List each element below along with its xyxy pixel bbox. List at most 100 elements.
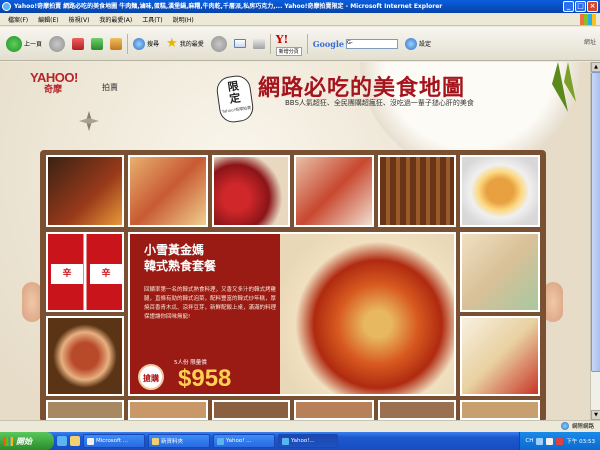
language-indicator[interactable]: CH (525, 438, 533, 444)
food-tile-bottom-6[interactable] (460, 400, 540, 420)
history-icon (210, 35, 227, 52)
stop-button[interactable] (70, 33, 86, 55)
maximize-button[interactable]: □ (575, 1, 586, 12)
ie-icon (282, 437, 289, 445)
antivirus-icon[interactable] (556, 437, 564, 445)
close-button[interactable]: × (587, 1, 598, 12)
task-label: 新資料夾 (161, 439, 184, 445)
food-tile-pastry[interactable] (460, 232, 540, 312)
windows-flag-icon (4, 436, 13, 446)
food-tile-crab[interactable] (294, 155, 374, 227)
food-tile-cans[interactable]: 辛 辛 (46, 232, 124, 312)
task-microsoft[interactable]: Microsoft ... (83, 434, 145, 448)
settings-button[interactable]: 設定 (403, 33, 433, 55)
start-button[interactable]: 開始 (0, 432, 54, 450)
title-bar[interactable]: Yahoo!奇摩拍賣 網路必吃的美食地圖 牛肉麵,滷味,蛋糕,漢堡鍋,麻糬,牛肉… (0, 0, 600, 13)
start-label: 開始 (16, 436, 32, 446)
network-icon[interactable] (536, 437, 544, 445)
menu-bar: 檔案(F) 編輯(E) 檢視(V) 我的最愛(A) 工具(T) 說明(H) (0, 13, 600, 26)
ie-icon (2, 2, 11, 11)
refresh-icon (91, 37, 104, 50)
menu-tools[interactable]: 工具(T) (142, 15, 162, 24)
toolbar-divider (306, 33, 308, 54)
search-button[interactable]: 搜尋 (131, 33, 161, 55)
featured-product[interactable]: 小雪黃金媽 韓式熟食套餐 回饋率第一名的韓式熟食料理，又香又多汁的韓式烤雞腿，直… (128, 232, 456, 396)
ie-window: Yahoo!奇摩拍賣 網路必吃的美食地圖 牛肉麵,滷味,蛋糕,漢堡鍋,麻糬,牛肉… (0, 0, 600, 450)
ie-icon (217, 437, 224, 445)
yahoo-kimo-logo: 奇摩 (44, 85, 63, 95)
featured-title-line2: 韓式熟食套餐 (144, 259, 217, 273)
window-controls: _ □ × (563, 1, 598, 12)
featured-title: 小雪黃金媽 韓式熟食套餐 (144, 242, 216, 274)
window-title: Yahoo!奇摩拍賣 網路必吃的美食地圖 牛肉麵,滷味,蛋糕,漢堡鍋,麻糬,牛肉… (14, 3, 443, 10)
volume-icon[interactable] (546, 437, 554, 445)
security-zone: 網際網路 (560, 422, 594, 430)
back-label: 上一頁 (24, 41, 43, 48)
task-new-folder[interactable]: 新資料夾 (148, 434, 210, 448)
featured-title-line1: 小雪黃金媽 (144, 243, 205, 257)
address-label: 網址 (583, 39, 596, 46)
toolbar-divider (127, 33, 129, 54)
mail-icon (233, 39, 246, 48)
food-tile-apples[interactable] (212, 155, 290, 227)
menu-help[interactable]: 說明(H) (173, 15, 194, 24)
vertical-scrollbar[interactable]: ▲ ▼ (590, 62, 600, 420)
word-icon (87, 437, 94, 445)
quicklaunch-ie-icon[interactable] (57, 436, 67, 446)
google-search-input[interactable]: G- (345, 38, 398, 49)
food-tile-bottom-4[interactable] (294, 400, 374, 420)
mail-button[interactable] (232, 33, 248, 55)
food-tile-bottom-3[interactable] (212, 400, 290, 420)
food-tile-beef-noodle[interactable] (46, 155, 124, 227)
back-button[interactable]: 上一頁 (4, 33, 44, 55)
task-yahoo-1[interactable]: Yahoo! ... (213, 434, 275, 448)
food-tile-kimchi[interactable] (46, 316, 124, 396)
food-tile-rolls[interactable] (378, 155, 456, 227)
new-tab-button[interactable]: 新增分頁 (275, 46, 302, 56)
food-tile-bottom-5[interactable] (378, 400, 456, 420)
home-button[interactable] (108, 33, 124, 55)
food-tile-cake[interactable] (128, 155, 208, 227)
food-tile-bottom-1[interactable] (46, 400, 124, 420)
task-label: Yahoo!... (291, 438, 315, 444)
scroll-up-arrow-icon[interactable]: ▲ (591, 62, 600, 72)
refresh-button[interactable] (89, 33, 105, 55)
page-subtitle: BBS人氣超狂、全民團購超瘋狂、沒吃過一輩子搥心肝的美食 (285, 99, 474, 107)
can-label-left: 辛 (51, 264, 83, 284)
search-icon (133, 37, 146, 50)
buy-button[interactable]: 搶購 (138, 364, 164, 390)
scroll-down-arrow-icon[interactable]: ▼ (591, 410, 600, 420)
task-yahoo-2[interactable]: Yahoo!... (278, 434, 338, 448)
menu-file[interactable]: 檔案(F) (8, 15, 28, 24)
featured-product-image[interactable] (280, 234, 454, 394)
task-label: Microsoft ... (96, 438, 129, 444)
home-icon (110, 37, 123, 50)
auction-label: 拍賣 (102, 83, 118, 92)
leaf-decoration (552, 62, 576, 112)
zone-label: 網際網路 (571, 424, 594, 430)
menu-favorites[interactable]: 我的最愛(A) (99, 15, 132, 24)
price: $958 (178, 365, 232, 392)
forward-button[interactable] (47, 33, 67, 55)
featured-description: 回饋率第一名的韓式熟食料理，又香又多汁的韓式烤雞腿，直條有勁的韓式泡菜，配料豐富… (144, 287, 277, 320)
print-button[interactable] (251, 33, 267, 55)
forward-arrow-icon (49, 35, 66, 52)
task-label: Yahoo! ... (226, 438, 252, 444)
food-tile-rolls-2[interactable] (460, 316, 540, 396)
menu-edit[interactable]: 編輯(E) (38, 15, 58, 24)
clock[interactable]: 下午 03:53 (566, 437, 595, 445)
star-icon: ★ (166, 36, 178, 51)
favorites-button[interactable]: ★ 我的最愛 (164, 33, 206, 55)
food-tile-pudding[interactable] (460, 155, 540, 227)
minimize-button[interactable]: _ (563, 1, 574, 12)
back-arrow-icon (6, 35, 22, 52)
stop-icon (72, 37, 85, 50)
settings-label: 設定 (418, 41, 431, 48)
scroll-thumb[interactable] (591, 72, 600, 372)
history-button[interactable] (209, 33, 229, 55)
quicklaunch-desktop-icon[interactable] (70, 436, 80, 446)
food-tile-bottom-2[interactable] (128, 400, 208, 420)
google-toolbar: Google G- (311, 33, 400, 55)
yahoo-toolbar[interactable]: Y! 新增分頁 (274, 33, 304, 56)
menu-view[interactable]: 檢視(V) (69, 15, 90, 24)
